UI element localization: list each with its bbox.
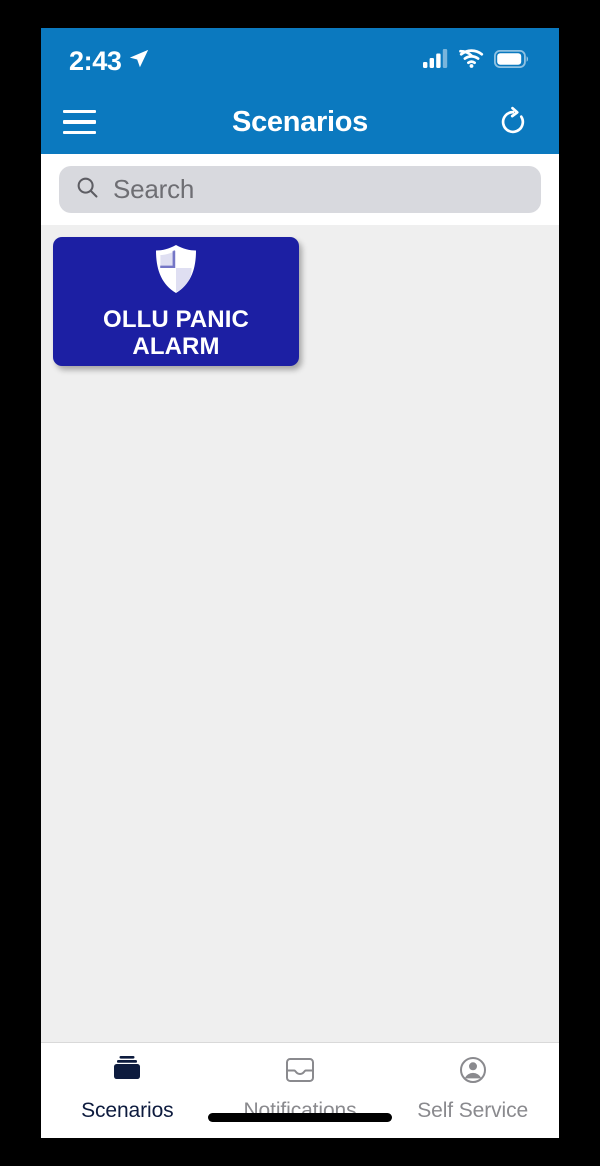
refresh-icon[interactable] [493, 102, 533, 142]
status-bar-left: 2:43 [69, 46, 150, 77]
tab-label: Scenarios [81, 1099, 174, 1122]
scenario-grid: OLLU PANIC ALARM [53, 237, 559, 366]
cellular-signal-icon [423, 49, 449, 73]
shield-icon [152, 243, 200, 300]
tab-label: Self Service [417, 1099, 529, 1122]
location-arrow-icon [128, 48, 150, 75]
status-bar-right [423, 49, 529, 73]
inbox-icon [283, 1054, 317, 1091]
wifi-icon [459, 49, 484, 73]
hamburger-bar [63, 120, 96, 124]
nav-bar: Scenarios [41, 90, 559, 154]
tab-self-service[interactable]: Self Service [386, 1054, 559, 1123]
hamburger-menu-icon[interactable] [63, 100, 107, 144]
page-title: Scenarios [232, 105, 368, 138]
battery-icon [493, 49, 529, 73]
search-input[interactable]: Search [59, 166, 541, 213]
search-placeholder: Search [113, 174, 195, 204]
hamburger-bar [63, 109, 96, 114]
hamburger-bar [63, 130, 96, 135]
home-indicator[interactable] [208, 1113, 392, 1122]
status-bar: 2:43 [41, 28, 559, 90]
phone-screen: 2:43 Scenarios Search OLLU PANIC ALARM S… [41, 28, 559, 1138]
scenario-tile-ollu-panic-alarm[interactable]: OLLU PANIC ALARM [53, 237, 299, 366]
scenario-list: OLLU PANIC ALARM [41, 225, 559, 1042]
scenario-tile-label: OLLU PANIC ALARM [103, 305, 249, 360]
search-section: Search [41, 154, 559, 225]
account-circle-icon [456, 1054, 490, 1091]
bottom-tab-bar: Scenarios Notifications Self Service [41, 1042, 559, 1138]
status-bar-time: 2:43 [69, 45, 122, 76]
stacked-cards-icon [110, 1054, 144, 1091]
search-icon [75, 175, 100, 205]
tab-scenarios[interactable]: Scenarios [41, 1054, 214, 1123]
